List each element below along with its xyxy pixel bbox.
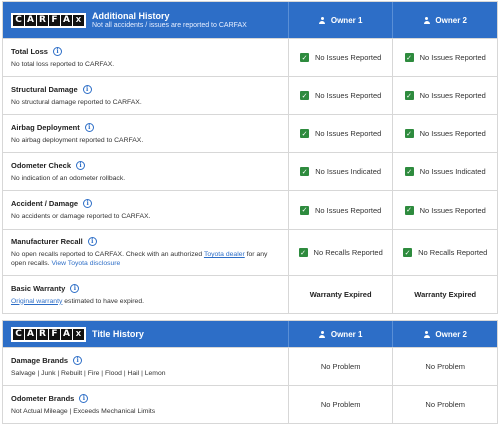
warranty-owner2: Warranty Expired — [392, 276, 497, 313]
carfax-logo: CARFAX — [11, 12, 86, 28]
header-title-cell: CARFAX Additional History Not all accide… — [3, 2, 288, 38]
check-icon: ✓ — [404, 167, 414, 176]
section-title: Additional History — [92, 11, 170, 21]
section-title: Title History — [92, 329, 144, 339]
check-icon: ✓ — [404, 91, 414, 100]
person-icon — [423, 16, 430, 24]
info-icon[interactable]: i — [82, 84, 92, 94]
history-row-basic-warranty: Basic Warranty i Original warranty estima… — [3, 275, 497, 313]
odometer-brands-owner1: No Problem — [287, 386, 393, 423]
info-icon[interactable]: i — [83, 199, 93, 208]
odometer-brands-owner2: No Problem — [392, 386, 497, 423]
title-row-odometer-brands: Odometer Brands i Not Actual Mileage | Ex… — [3, 385, 497, 423]
damage-brands-owner1: No Problem — [287, 348, 393, 385]
history-row-airbag-deployment: Airbag Deployment i No airbag deployment … — [3, 114, 497, 152]
owner2-header: Owner 2 — [392, 2, 497, 38]
info-icon[interactable]: i — [87, 237, 97, 246]
check-icon: ✓ — [404, 129, 414, 138]
damage-brands-owner2: No Problem — [392, 348, 497, 385]
warranty-owner1: Warranty Expired — [287, 276, 393, 313]
title-history-table: CARFAX Title History Owner 1 Owner 2 Dam… — [2, 320, 498, 424]
additional-history-table: CARFAX Additional History Not all accide… — [2, 1, 498, 314]
check-icon: ✓ — [298, 248, 308, 257]
info-icon[interactable]: i — [73, 355, 83, 365]
history-row-manufacturer-recall: Manufacturer Recall i No open recalls rep… — [3, 229, 497, 275]
title-row-damage-brands: Damage Brands i Salvage | Junk | Rebuilt … — [3, 347, 497, 385]
check-icon: ✓ — [404, 53, 414, 62]
history-row-odometer-check: Odometer Check i No indication of an odom… — [3, 152, 497, 190]
additional-history-header: CARFAX Additional History Not all accide… — [3, 2, 497, 38]
check-icon: ✓ — [300, 129, 309, 138]
toyota-disclosure-link[interactable]: View Toyota disclosure — [51, 260, 120, 267]
info-icon[interactable]: i — [52, 46, 62, 56]
owner1-header: Owner 1 — [287, 321, 393, 347]
person-icon — [319, 16, 326, 24]
history-row-total-loss: Total Loss i No total loss reported to CA… — [3, 38, 497, 76]
toyota-dealer-link[interactable]: Toyota dealer — [204, 251, 245, 258]
person-icon — [423, 330, 430, 338]
history-row-structural-damage: Structural Damage i No structural damage … — [3, 76, 497, 114]
info-icon[interactable]: i — [76, 160, 86, 170]
check-icon: ✓ — [300, 167, 310, 176]
info-icon[interactable]: i — [79, 393, 89, 403]
info-icon[interactable]: i — [84, 122, 94, 132]
person-icon — [319, 330, 326, 338]
check-icon: ✓ — [403, 248, 413, 257]
owner2-header: Owner 2 — [392, 321, 497, 347]
title-history-header: CARFAX Title History Owner 1 Owner 2 — [3, 321, 497, 347]
check-icon: ✓ — [300, 205, 309, 215]
owner1-header: Owner 1 — [287, 2, 393, 38]
section-subtitle: Not all accidents / issues are reported … — [92, 22, 247, 29]
header-title-cell: CARFAX Title History — [3, 321, 288, 347]
carfax-logo: CARFAX — [11, 326, 86, 342]
check-icon: ✓ — [300, 53, 309, 62]
info-icon[interactable]: i — [70, 283, 80, 293]
history-row-accident-damage: Accident / Damage i No accidents or damag… — [3, 190, 497, 229]
original-warranty-link[interactable]: Original warranty — [11, 298, 62, 305]
check-icon: ✓ — [300, 91, 309, 100]
check-icon: ✓ — [404, 205, 414, 215]
